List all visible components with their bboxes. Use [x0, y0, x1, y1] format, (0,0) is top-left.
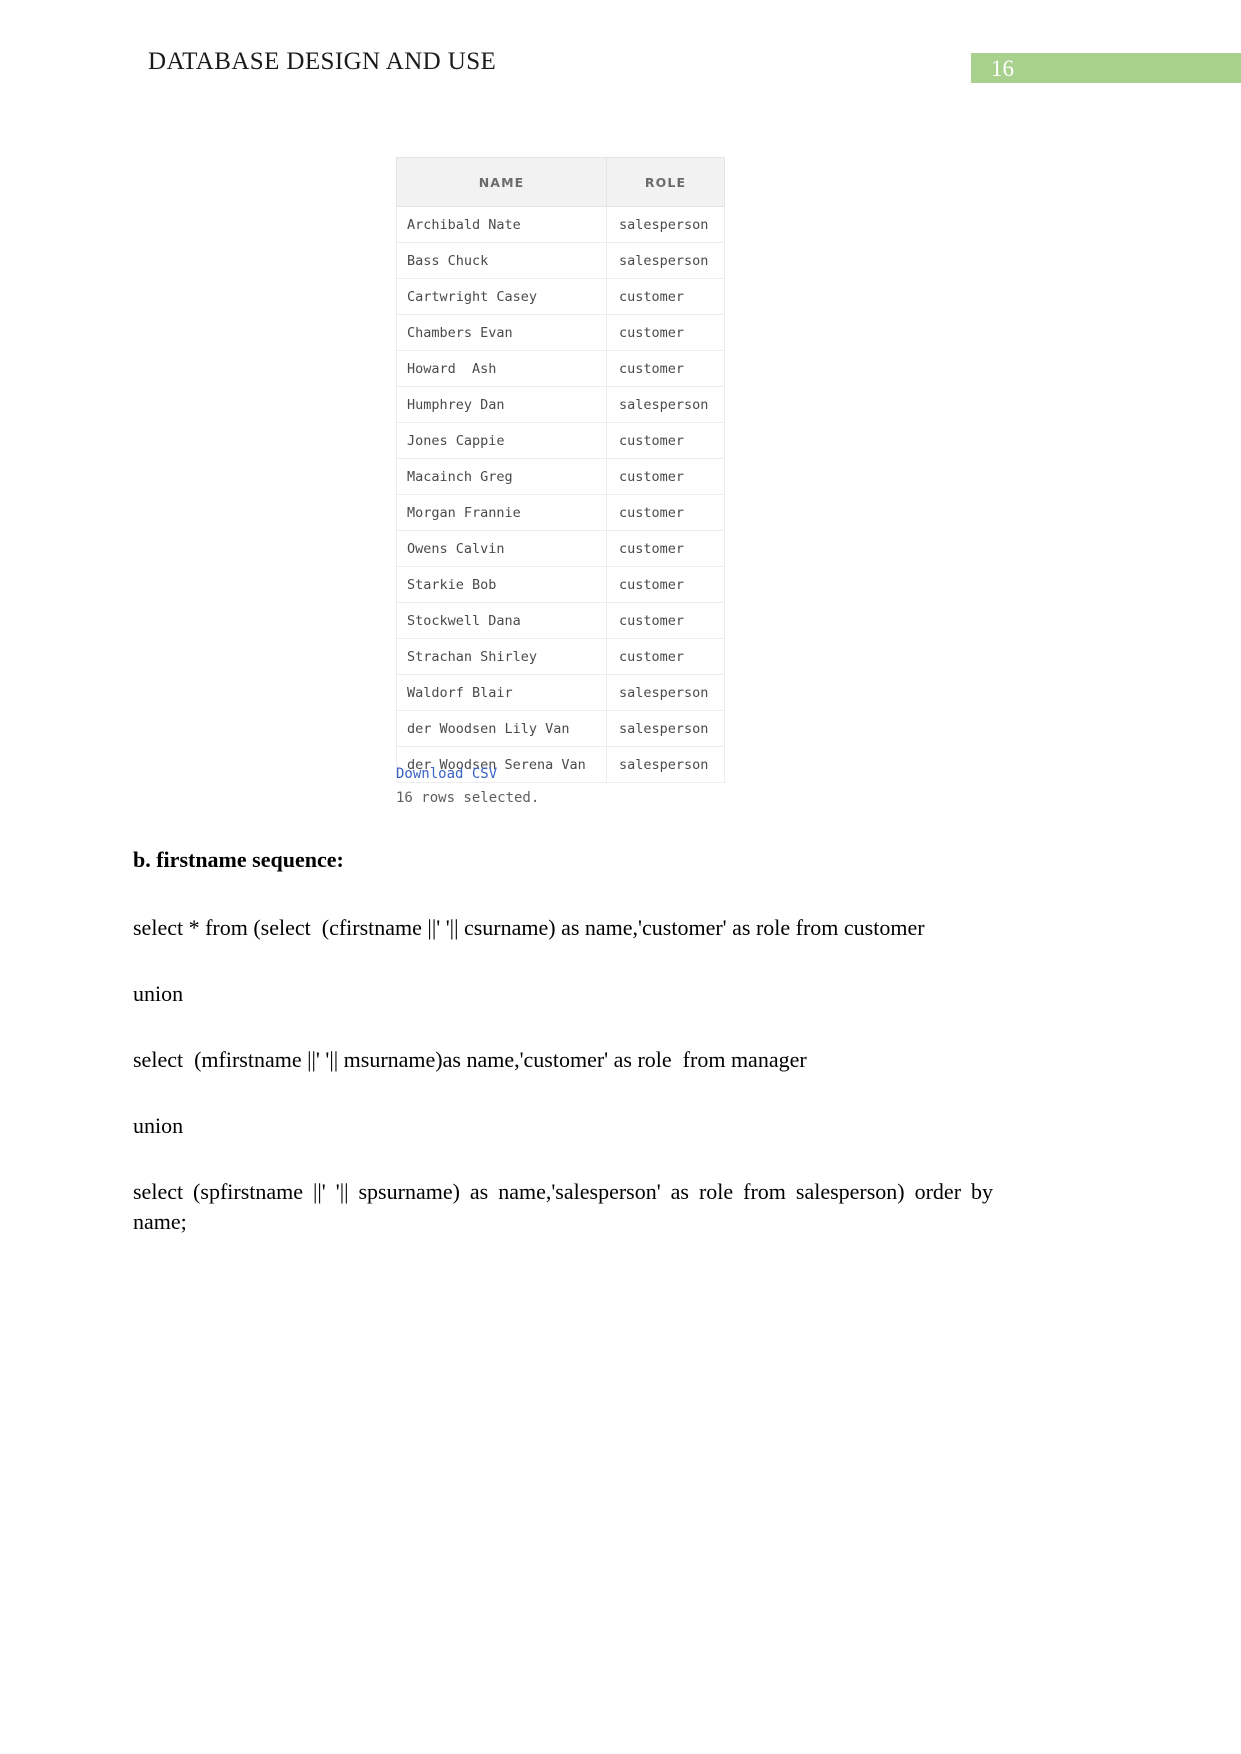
table-row: Humphrey Dan salesperson [396, 386, 725, 423]
query-result-table: NAME ROLE Archibald Nate salesperson Bass … [396, 157, 725, 783]
cell-name: Chambers Evan [396, 314, 607, 351]
column-header-role[interactable]: ROLE [606, 157, 725, 207]
cell-name: der Woodsen Lily Van [396, 710, 607, 747]
sub-heading-firstname-sequence: b. firstname sequence: [133, 847, 344, 872]
table-row: Bass Chuck salesperson [396, 242, 725, 279]
sql-line-union-1: union [133, 981, 184, 1006]
cell-role: customer [606, 422, 725, 459]
result-table: NAME ROLE Archibald Nate salesperson Bass … [396, 157, 725, 783]
table-row: Jones Cappie customer [396, 422, 725, 459]
table-row: Morgan Frannie customer [396, 494, 725, 531]
cell-role: customer [606, 350, 725, 387]
cell-role: salesperson [606, 206, 725, 243]
cell-role: customer [606, 314, 725, 351]
page-number-badge: 16 [971, 53, 1241, 83]
rows-selected-status: 16 rows selected. [396, 790, 540, 806]
cell-name: Macainch Greg [396, 458, 607, 495]
table-row: Archibald Nate salesperson [396, 206, 725, 243]
table-header-row: NAME ROLE [396, 157, 725, 207]
cell-name: Owens Calvin [396, 530, 607, 567]
page-number-label: 16 [991, 56, 1014, 81]
table-row: Cartwright Casey customer [396, 278, 725, 315]
table-row: der Woodsen Lily Van salesperson [396, 710, 725, 747]
table-row: Owens Calvin customer [396, 530, 725, 567]
table-row: Strachan Shirley customer [396, 638, 725, 675]
table-row: Howard Ash customer [396, 350, 725, 387]
cell-name: Jones Cappie [396, 422, 607, 459]
column-header-name[interactable]: NAME [396, 157, 607, 207]
body-section: b. firstname sequence: select * from (se… [133, 845, 993, 1273]
table-head: NAME ROLE [396, 157, 725, 207]
cell-name: Starkie Bob [396, 566, 607, 603]
cell-role: customer [606, 530, 725, 567]
cell-role: customer [606, 638, 725, 675]
cell-name: Howard Ash [396, 350, 607, 387]
table-body: Archibald Nate salesperson Bass Chuck sales… [396, 206, 725, 783]
table-row: Chambers Evan customer [396, 314, 725, 351]
cell-role: customer [606, 278, 725, 315]
table-row: Waldorf Blair salesperson [396, 674, 725, 711]
cell-role: salesperson [606, 674, 725, 711]
cell-role: customer [606, 458, 725, 495]
cell-name: Stockwell Dana [396, 602, 607, 639]
cell-name: Humphrey Dan [396, 386, 607, 423]
cell-name: Waldorf Blair [396, 674, 607, 711]
cell-role: salesperson [606, 746, 725, 783]
cell-name: Cartwright Casey [396, 278, 607, 315]
sql-line-2: select (mfirstname ||' '|| msurname)as n… [133, 1047, 807, 1072]
cell-name: Strachan Shirley [396, 638, 607, 675]
cell-role: customer [606, 494, 725, 531]
cell-name: Bass Chuck [396, 242, 607, 279]
cell-name: Morgan Frannie [396, 494, 607, 531]
cell-role: salesperson [606, 710, 725, 747]
download-csv-link[interactable]: Download CSV [396, 766, 497, 782]
cell-name: Archibald Nate [396, 206, 607, 243]
sql-line-3: select (spfirstname ||' '|| spsurname) a… [133, 1179, 999, 1234]
table-row: Starkie Bob customer [396, 566, 725, 603]
sql-line-union-2: union [133, 1113, 184, 1138]
table-row: Macainch Greg customer [396, 458, 725, 495]
sql-line-1: select * from (select (cfirstname ||' '|… [133, 915, 925, 940]
cell-role: salesperson [606, 242, 725, 279]
cell-role: salesperson [606, 386, 725, 423]
page-title: DATABASE DESIGN AND USE [148, 48, 497, 75]
cell-role: customer [606, 566, 725, 603]
table-row: Stockwell Dana customer [396, 602, 725, 639]
cell-role: customer [606, 602, 725, 639]
